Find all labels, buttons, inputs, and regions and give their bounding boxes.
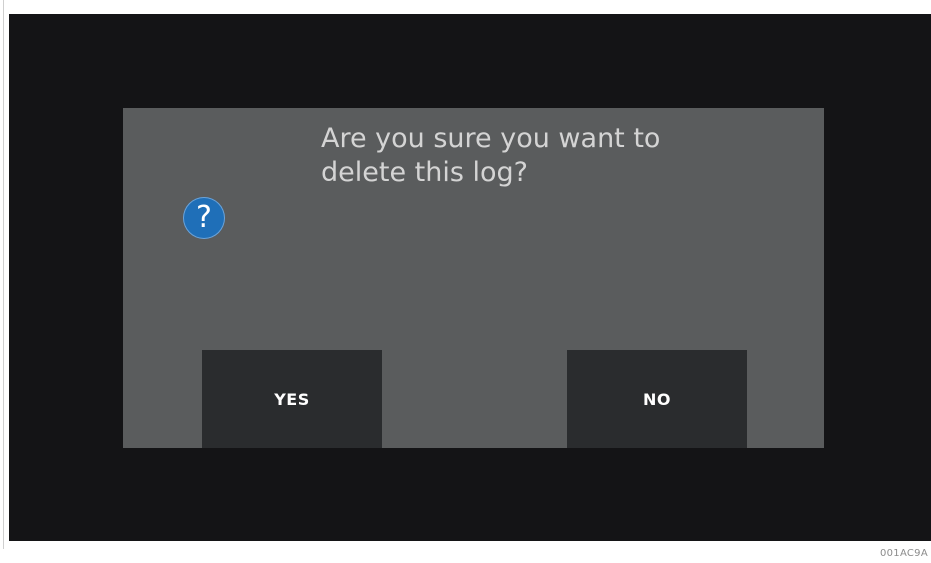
device-screen: ? Are you sure you want to delete this l… bbox=[9, 14, 931, 541]
dialog-message-line-1: Are you sure you want to bbox=[321, 123, 661, 154]
yes-button[interactable]: YES bbox=[202, 350, 382, 448]
figure-border-line bbox=[3, 0, 4, 549]
question-icon: ? bbox=[183, 197, 225, 239]
figure-code: 001AC9A bbox=[879, 548, 928, 559]
no-button[interactable]: NO bbox=[567, 350, 747, 448]
confirm-delete-dialog: ? Are you sure you want to delete this l… bbox=[123, 108, 824, 448]
dialog-message-line-2: delete this log? bbox=[321, 157, 528, 188]
dialog-message: Are you sure you want to delete this log… bbox=[321, 122, 801, 190]
